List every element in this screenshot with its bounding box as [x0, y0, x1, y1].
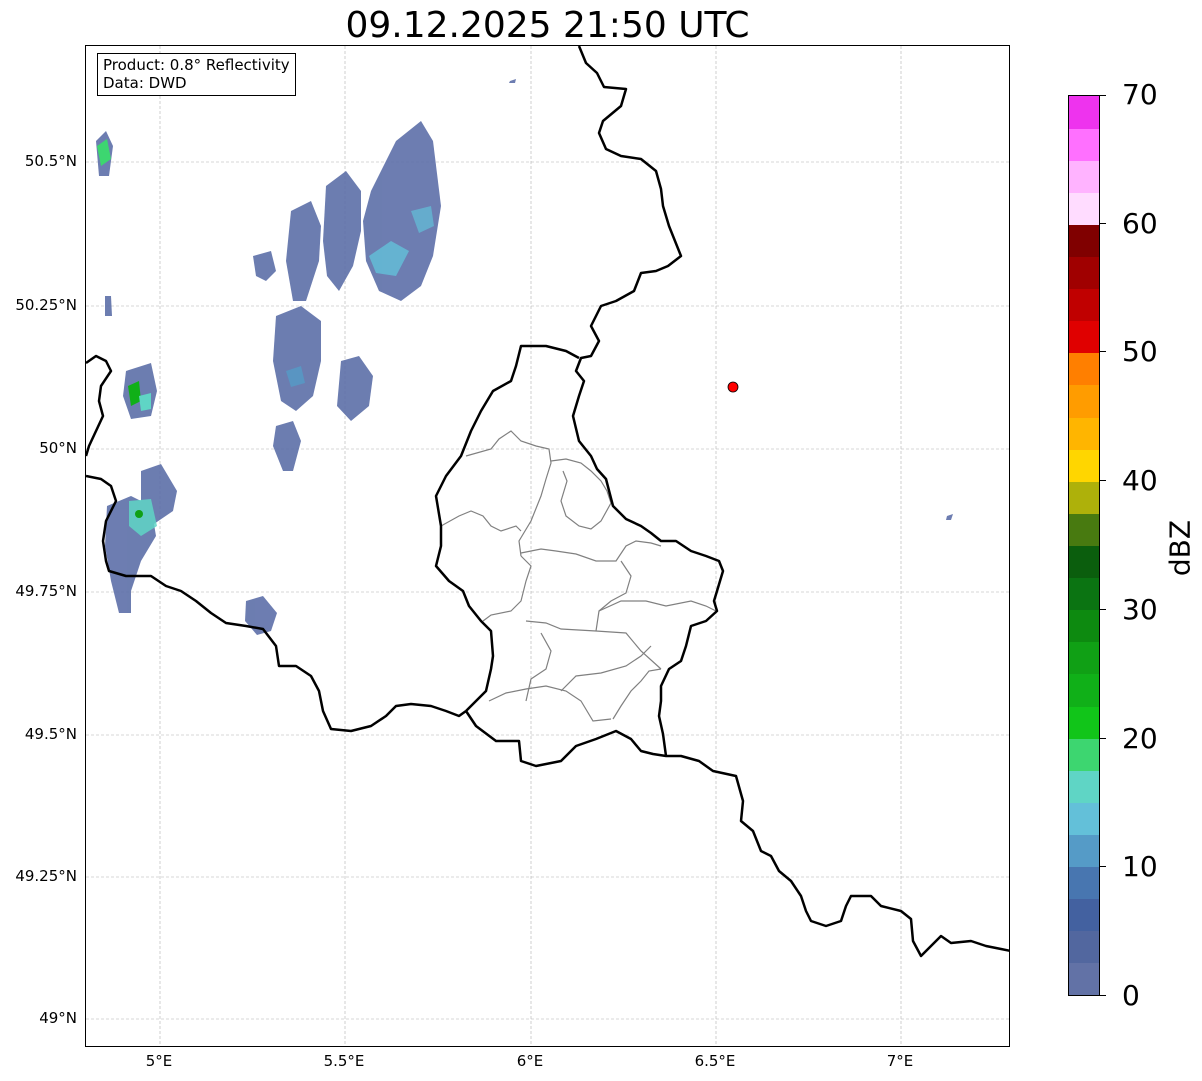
colorbar-segment	[1069, 192, 1099, 225]
map-title: 09.12.2025 21:50 UTC	[345, 5, 750, 46]
lon-tick-label: 6.5°E	[694, 1052, 736, 1070]
colorbar-segment	[1069, 802, 1099, 835]
product-label: Product: 0.8° Reflectivity	[103, 56, 290, 74]
lon-tick-label: 6°E	[516, 1052, 544, 1070]
data-source-label: Data: DWD	[103, 74, 187, 92]
colorbar-tick-label: 20	[1122, 722, 1158, 755]
map-area[interactable]	[85, 45, 1010, 1047]
colorbar-segment	[1069, 513, 1099, 546]
lon-tick-label: 5.5°E	[323, 1052, 365, 1070]
colorbar-segment	[1069, 834, 1099, 868]
colorbar-segment	[1069, 96, 1099, 129]
colorbar-segment	[1069, 641, 1099, 675]
map-svg	[86, 46, 1009, 1046]
colorbar-tickmark	[1100, 738, 1106, 739]
colorbar-tickmark	[1100, 995, 1106, 996]
colorbar-tick-label: 10	[1122, 850, 1158, 883]
lat-tick-label: 49°N	[39, 1009, 77, 1027]
colorbar-segment	[1069, 577, 1099, 611]
colorbar-segment	[1069, 673, 1099, 707]
colorbar-segment	[1069, 545, 1099, 579]
colorbar-segment	[1069, 256, 1099, 290]
admin-borders	[440, 430, 717, 722]
colorbar-segment	[1069, 706, 1099, 739]
lat-tick-label: 49.75°N	[15, 582, 77, 600]
colorbar-segment	[1069, 770, 1099, 803]
radar-echoes	[96, 79, 953, 635]
colorbar-segment	[1069, 128, 1099, 161]
colorbar-tickmark	[1100, 609, 1106, 610]
border-fr-be-north	[86, 354, 113, 457]
lon-tick-label: 7°E	[886, 1052, 914, 1070]
colorbar-tickmark	[1100, 351, 1106, 352]
lat-tick-label: 50.25°N	[15, 296, 77, 314]
colorbar-segment	[1069, 320, 1099, 354]
colorbar-tick-label: 0	[1122, 979, 1140, 1012]
lat-tick-label: 49.5°N	[24, 725, 77, 743]
colorbar-unit-label: dBZ	[1163, 519, 1197, 577]
colorbar-segment	[1069, 962, 1099, 996]
info-box: Product: 0.8° Reflectivity Data: DWD	[97, 53, 296, 96]
colorbar-segment	[1069, 481, 1099, 514]
colorbar-segment	[1069, 352, 1099, 386]
lon-tick-label: 5°E	[145, 1052, 173, 1070]
colorbar-segment	[1069, 224, 1099, 258]
country-borders	[86, 46, 1009, 958]
lat-tick-label: 50°N	[39, 439, 77, 457]
echo-cluster-north	[96, 79, 953, 635]
colorbar-segment	[1069, 898, 1099, 932]
colorbar-segment	[1069, 288, 1099, 322]
border-fr-south	[464, 710, 1009, 958]
colorbar-segment	[1069, 609, 1099, 643]
lat-tick-label: 49.25°N	[15, 867, 77, 885]
colorbar-tickmark	[1100, 480, 1106, 481]
radar-site-marker[interactable]	[727, 381, 739, 393]
colorbar-segment	[1069, 449, 1099, 482]
colorbar-tick-label: 30	[1122, 593, 1158, 626]
colorbar-tick-label: 60	[1122, 207, 1158, 240]
colorbar-segment	[1069, 160, 1099, 193]
colorbar-tick-label: 40	[1122, 464, 1158, 497]
colorbar-tickmark	[1100, 223, 1106, 224]
colorbar-segment	[1069, 417, 1099, 450]
colorbar-tick-label: 50	[1122, 335, 1158, 368]
colorbar-segment	[1069, 384, 1099, 418]
colorbar-tickmark	[1100, 95, 1106, 96]
colorbar	[1068, 95, 1100, 996]
colorbar-segment	[1069, 738, 1099, 771]
colorbar-segment	[1069, 866, 1099, 900]
colorbar-tickmark	[1100, 866, 1106, 867]
colorbar-tick-label: 70	[1122, 78, 1158, 111]
lat-tick-label: 50.5°N	[24, 152, 77, 170]
colorbar-segment	[1069, 930, 1099, 964]
